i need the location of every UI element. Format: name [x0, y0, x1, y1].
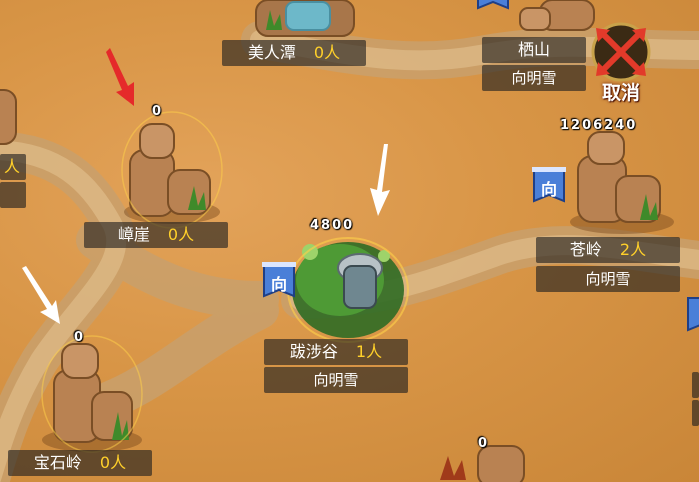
- node-name: 跋涉谷: [289, 342, 338, 361]
- node-owner-left-edge: [0, 182, 26, 208]
- rock-bottom: [440, 445, 525, 482]
- troop-count-cangling: 1206240: [560, 118, 638, 133]
- world-map[interactable]: 美人潭 0人 栖山 向明雪 0 嶂崖 0人 人 1206240 向 苍岭 2人 …: [0, 0, 699, 482]
- flag-letter: 向: [270, 275, 287, 294]
- node-player-count: 0人: [99, 453, 127, 472]
- node-player-count: 2人: [619, 240, 647, 259]
- node-label-baoshiling[interactable]: 宝石岭 0人: [8, 450, 152, 476]
- banner-icon: [477, 0, 509, 10]
- node-label-qishan[interactable]: 栖山: [482, 37, 586, 63]
- node-player-count: 0人: [167, 225, 195, 244]
- valley-bashegu: [287, 237, 409, 343]
- node-name: 嶂崖: [117, 225, 150, 244]
- crossed-arrows-icon: [591, 22, 651, 82]
- node-owner-right-edge: [692, 400, 699, 426]
- faction-flag-cangling: 向: [532, 167, 566, 209]
- troop-count-bottom: 0: [478, 436, 490, 451]
- node-label-meirentan[interactable]: 美人潭 0人: [222, 40, 366, 66]
- troop-count-bashegu: 4800: [310, 218, 355, 233]
- node-owner-cangling: 向明雪: [536, 266, 680, 292]
- rock-cangling: [570, 131, 674, 234]
- node-player-count: 1人: [355, 342, 383, 361]
- node-owner-bashegu: 向明雪: [264, 367, 408, 393]
- faction-flag-top: [476, 0, 510, 16]
- white-arrow-icon: [370, 144, 390, 216]
- node-owner-qishan: 向明雪: [482, 65, 586, 91]
- node-player-count: 0人: [313, 43, 341, 62]
- rock-meirentan: [255, 0, 355, 37]
- node-label-bashegu[interactable]: 跋涉谷 1人: [264, 339, 408, 365]
- node-name: 美人潭: [247, 43, 296, 62]
- node-name: 苍岭: [569, 240, 602, 259]
- node-label-left-edge[interactable]: 人: [0, 154, 26, 180]
- rock-left-edge: [0, 89, 17, 145]
- node-name: 栖山: [518, 40, 551, 59]
- troop-count-baoshiling: 0: [74, 330, 86, 345]
- node-label-right-edge: [692, 372, 699, 398]
- cancel-button[interactable]: 取消: [582, 20, 660, 104]
- banner-icon: [687, 297, 699, 332]
- node-player-count: 人: [3, 157, 20, 176]
- node-label-cangling[interactable]: 苍岭 2人: [536, 237, 680, 263]
- node-name: 宝石岭: [33, 453, 82, 472]
- troop-count-zhangya: 0: [152, 104, 164, 119]
- white-arrow-icon: [22, 266, 60, 324]
- flag-letter: 向: [540, 180, 557, 199]
- red-arrow-icon: [106, 48, 134, 106]
- cancel-label: 取消: [601, 82, 640, 104]
- rock-zhangya: [124, 123, 220, 224]
- node-label-zhangya[interactable]: 嶂崖 0人: [84, 222, 228, 248]
- faction-flag-right-edge: [686, 296, 699, 338]
- faction-flag-bashegu: 向: [262, 262, 296, 304]
